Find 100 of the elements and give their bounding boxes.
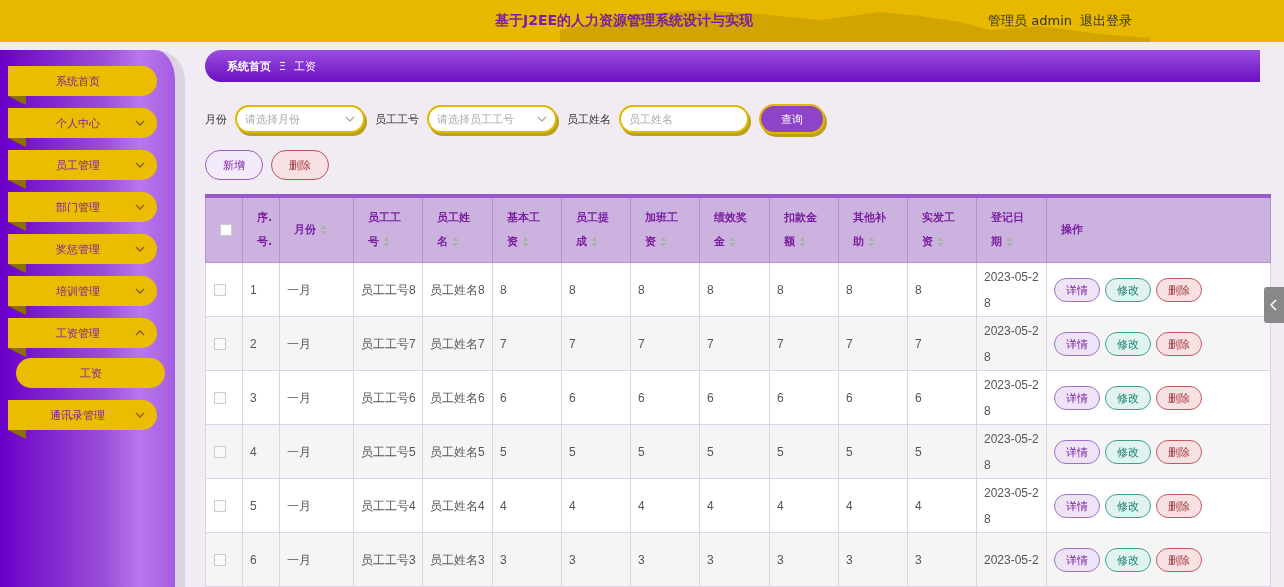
table-cell: 一月 [279,532,354,587]
sidebar-item[interactable]: 员工管理 [8,150,157,180]
query-button[interactable]: 查询 [759,104,825,134]
table-cell: 6 [242,532,280,587]
table-cell: 员工工号6 [353,370,423,425]
sort-icon[interactable] [522,236,529,248]
table-cell: 3 [907,532,977,587]
breadcrumb-link[interactable]: 系统首页 [227,58,271,74]
row-checkbox[interactable] [214,446,226,459]
row-checkbox[interactable] [214,338,226,351]
table-cell: 5 [838,424,908,479]
table-cell: 2 [242,316,280,371]
column-header[interactable]: 月份 [279,196,354,263]
table-cell: 2023-05-28 [976,478,1047,533]
table-cell: 员工工号5 [353,424,423,479]
edit-button[interactable]: 修改 [1105,386,1151,410]
sidebar-item[interactable]: 工资管理 [8,318,157,348]
sort-icon[interactable] [383,236,390,248]
detail-button[interactable]: 详情 [1054,386,1100,410]
fold-icon [8,348,26,357]
sidebar-item[interactable]: 通讯录管理 [8,400,157,430]
table-cell: 4 [699,478,770,533]
table-cell: 4 [492,478,562,533]
fold-icon [8,264,26,273]
table-cell: 员工工号4 [353,478,423,533]
table-cell: 6 [561,370,631,425]
sidebar-item[interactable]: 部门管理 [8,192,157,222]
delete-button[interactable]: 删除 [271,150,329,180]
column-header[interactable]: 实发工资 [907,196,977,263]
delete-button[interactable]: 删除 [1156,386,1202,410]
sort-icon[interactable] [1006,236,1013,248]
edit-button[interactable]: 修改 [1105,494,1151,518]
sort-icon[interactable] [799,236,806,248]
sort-icon[interactable] [591,236,598,248]
delete-button[interactable]: 删除 [1156,332,1202,356]
table-cell: 员工姓名7 [422,316,493,371]
column-header[interactable]: 登记日期 [976,196,1047,263]
fold-icon [8,306,26,315]
delete-button[interactable]: 删除 [1156,440,1202,464]
table-cell: 4 [838,478,908,533]
delete-button[interactable]: 删除 [1156,278,1202,302]
logout-link[interactable]: 退出登录 [1080,12,1132,30]
detail-button[interactable]: 详情 [1054,548,1100,572]
table-cell: 2023-05-2 [976,532,1047,587]
table-cell: 2023-05-28 [976,262,1047,317]
edit-button[interactable]: 修改 [1105,548,1151,572]
table-cell: 5 [907,424,977,479]
row-checkbox[interactable] [214,500,226,513]
table-cell: 4 [769,478,839,533]
column-header[interactable]: 员工姓名 [422,196,493,263]
table-cell: 4 [561,478,631,533]
column-header[interactable]: 员工提成 [561,196,631,263]
delete-button[interactable]: 删除 [1156,548,1202,572]
table-cell: 7 [561,316,631,371]
filter-label: 员工姓名 [567,111,611,127]
row-checkbox[interactable] [214,554,226,567]
sort-icon[interactable] [937,236,944,248]
table-cell: 员工工号7 [353,316,423,371]
column-header[interactable]: 基本工资 [492,196,562,263]
sidebar-item[interactable]: 培训管理 [8,276,157,306]
column-header[interactable]: 扣款金额 [769,196,839,263]
column-header[interactable]: 其他补助 [838,196,908,263]
column-header[interactable]: 员工工号 [353,196,423,263]
row-checkbox[interactable] [214,284,226,297]
table-cell: 7 [630,316,700,371]
sort-icon[interactable] [452,236,459,248]
delete-button[interactable]: 删除 [1156,494,1202,518]
fold-icon [8,180,26,189]
table-cell: 7 [699,316,770,371]
filter-label: 员工工号 [375,111,419,127]
detail-button[interactable]: 详情 [1054,440,1100,464]
edit-button[interactable]: 修改 [1105,332,1151,356]
column-header[interactable]: 绩效奖金 [699,196,770,263]
table-cell: 6 [769,370,839,425]
detail-button[interactable]: 详情 [1054,332,1100,356]
sort-icon[interactable] [729,236,736,248]
edit-button[interactable]: 修改 [1105,440,1151,464]
sidebar-subitem[interactable]: 工资 [16,358,165,388]
sort-icon[interactable] [660,236,667,248]
table-cell: 5 [242,478,280,533]
select-all-checkbox[interactable] [220,224,232,236]
table-cell: 6 [838,370,908,425]
sort-icon[interactable] [320,224,327,236]
select-field[interactable]: 请选择月份 [235,105,365,133]
sidebar-item[interactable]: 系统首页 [8,66,157,96]
row-checkbox[interactable] [214,392,226,405]
sidebar-item[interactable]: 奖惩管理 [8,234,157,264]
edit-button[interactable]: 修改 [1105,278,1151,302]
column-header: 操作 [1046,196,1271,263]
detail-button[interactable]: 详情 [1054,494,1100,518]
table-cell: 7 [769,316,839,371]
table-cell: 员工姓名4 [422,478,493,533]
select-field[interactable]: 请选择员工工号 [427,105,557,133]
add-button[interactable]: 新增 [205,150,263,180]
column-header[interactable]: 加班工资 [630,196,700,263]
detail-button[interactable]: 详情 [1054,278,1100,302]
side-handle[interactable] [1264,287,1284,323]
input-field[interactable]: 员工姓名 [619,105,749,133]
sort-icon[interactable] [868,236,875,248]
sidebar-item[interactable]: 个人中心 [8,108,157,138]
